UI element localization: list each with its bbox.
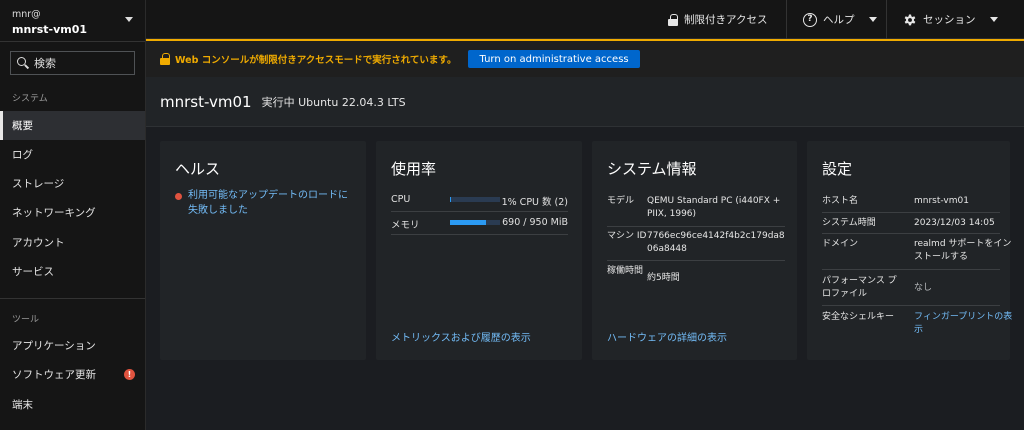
config-row-hostname: ホスト名 mnrst-vm01 xyxy=(822,192,1000,213)
topbar-separator xyxy=(886,0,887,39)
usage-label: メモリ xyxy=(391,220,420,231)
lock-icon xyxy=(668,13,678,26)
memory-progress-bar xyxy=(450,220,500,225)
config-value: 2023/12/03 14:05 xyxy=(914,218,995,228)
cpu-progress-bar xyxy=(450,197,500,202)
config-value: mnrst-vm01 xyxy=(914,196,969,206)
health-card: ヘルス 利用可能なアップデートのロードに失敗しました xyxy=(160,141,366,360)
system-info-card: システム情報 モデル QEMU Standard PC (i440FX + PI… xyxy=(592,141,797,360)
usage-card: 使用率 CPU 1% CPU 数 (2) メモリ 690 / 950 MiB メ… xyxy=(376,141,582,360)
memory-progress-fill xyxy=(450,220,487,225)
sidebar-item-services[interactable]: サービス xyxy=(0,257,145,286)
update-error-link[interactable]: 利用可能なアップデートのロードに失敗しました xyxy=(188,188,355,218)
limited-access-button[interactable]: 制限付きアクセス xyxy=(668,0,767,39)
info-value: QEMU Standard PC (i440FX + PIIX, 1996) xyxy=(647,196,781,219)
sidebar-item-logs[interactable]: ログ xyxy=(0,140,145,169)
usage-row-memory: メモリ 690 / 950 MiB xyxy=(391,212,568,235)
sidebar: mnr@ mnrst-vm01 システム 概要 ログ ストレージ ネットワーキン… xyxy=(0,0,146,430)
sidebar-item-overview[interactable]: 概要 xyxy=(0,111,145,140)
info-key: モデル xyxy=(607,196,635,206)
performance-profile-value[interactable]: なし xyxy=(914,282,1014,295)
config-row-ssh-keys: 安全なシェルキー フィンガープリントの表示 xyxy=(822,306,1012,338)
session-label: セッション xyxy=(923,14,976,26)
host-switcher[interactable]: mnr@ mnrst-vm01 xyxy=(0,0,145,42)
chevron-down-icon xyxy=(868,17,877,22)
info-row-model: モデル QEMU Standard PC (i440FX + PIIX, 199… xyxy=(607,193,785,227)
cpu-progress-fill xyxy=(450,197,451,202)
sidebar-divider xyxy=(0,298,145,299)
config-key: 安全なシェルキー xyxy=(822,312,895,322)
config-row-domain: ドメイン realmd サポートをインストールする xyxy=(822,234,1011,270)
config-key: パフォーマンス プロファイル xyxy=(822,276,897,299)
info-row-uptime: 稼働時間 約5時間 xyxy=(607,261,785,295)
card-title: 設定 xyxy=(822,160,853,178)
chevron-down-icon xyxy=(989,17,998,22)
info-row-machine-id: マシン ID 7766ec96ce4142f4b2c179da806a8448 xyxy=(607,227,785,261)
usage-label: CPU xyxy=(391,194,411,205)
section-label-system: システム xyxy=(12,94,48,104)
chevron-down-icon xyxy=(125,17,133,22)
host-name: mnrst-vm01 xyxy=(12,23,88,36)
fingerprint-link[interactable]: フィンガープリントの表示 xyxy=(914,311,1014,337)
search-input[interactable] xyxy=(34,56,134,70)
update-error-alert[interactable]: 利用可能なアップデートのロードに失敗しました xyxy=(175,188,355,218)
section-label-tools: ツール xyxy=(12,315,40,325)
search-box[interactable] xyxy=(10,51,135,75)
sidebar-item-storage[interactable]: ストレージ xyxy=(0,169,145,198)
error-icon xyxy=(175,193,182,200)
card-title: システム情報 xyxy=(607,160,697,178)
metrics-history-link[interactable]: メトリックスおよび履歴の表示 xyxy=(391,329,531,344)
page-header: mnrst-vm01 実行中 Ubuntu 22.04.3 LTS xyxy=(146,77,1024,127)
limited-access-alert: Web コンソールが制限付きアクセスモードで実行されています。 Turn on … xyxy=(146,39,1024,77)
error-badge-icon: ! xyxy=(124,369,135,380)
install-realmd-link[interactable]: realmd サポートをインストールする xyxy=(914,238,1014,264)
admin-access-button[interactable]: Turn on administrative access xyxy=(468,50,640,68)
config-row-performance-profile: パフォーマンス プロファイル なし xyxy=(822,270,1000,306)
hardware-details-link[interactable]: ハードウェアの詳細の表示 xyxy=(607,329,727,344)
card-title: 使用率 xyxy=(391,160,437,178)
sidebar-item-terminal[interactable]: 端末 xyxy=(0,390,145,419)
config-key: ホスト名 xyxy=(822,196,859,206)
alert-text: Web コンソールが制限付きアクセスモードで実行されています。 xyxy=(175,55,457,66)
page-subtitle: 実行中 Ubuntu 22.04.3 LTS xyxy=(261,95,406,109)
session-menu[interactable]: セッション xyxy=(903,0,998,39)
sidebar-item-networking[interactable]: ネットワーキング xyxy=(0,198,145,227)
info-key: 稼働時間 xyxy=(607,266,644,276)
search-icon xyxy=(17,57,29,69)
help-menu[interactable]: ? ヘルプ xyxy=(803,0,877,39)
info-value: 約5時間 xyxy=(647,273,680,283)
config-card: 設定 ホスト名 mnrst-vm01 システム時間 2023/12/03 14:… xyxy=(807,141,1012,360)
page-title: mnrst-vm01 xyxy=(160,92,252,111)
config-key: システム時間 xyxy=(822,218,876,228)
topbar: 制限付きアクセス ? ヘルプ セッション xyxy=(146,0,1024,39)
topbar-separator xyxy=(786,0,787,39)
help-icon: ? xyxy=(803,12,817,27)
sidebar-item-accounts[interactable]: アカウント xyxy=(0,228,145,257)
info-key: マシン ID xyxy=(607,231,647,241)
sidebar-item-applications[interactable]: アプリケーション xyxy=(0,331,145,360)
usage-row-cpu: CPU 1% CPU 数 (2) xyxy=(391,189,568,212)
card-title: ヘルス xyxy=(175,160,221,178)
gear-icon xyxy=(904,13,916,25)
config-key: ドメイン xyxy=(822,239,859,249)
sidebar-item-label: ソフトウェア更新 xyxy=(12,369,96,381)
help-label: ヘルプ xyxy=(823,14,855,26)
usage-value: 1% CPU 数 (2) xyxy=(501,197,568,208)
sidebar-item-software-updates[interactable]: ソフトウェア更新 ! xyxy=(0,360,145,389)
config-row-system-time: システム時間 2023/12/03 14:05 xyxy=(822,213,1000,234)
usage-value: 690 / 950 MiB xyxy=(502,217,568,228)
info-value: 7766ec96ce4142f4b2c179da806a8448 xyxy=(647,231,785,254)
host-user: mnr@ xyxy=(12,9,41,20)
lock-icon xyxy=(160,53,170,65)
limited-access-label: 制限付きアクセス xyxy=(684,14,768,26)
